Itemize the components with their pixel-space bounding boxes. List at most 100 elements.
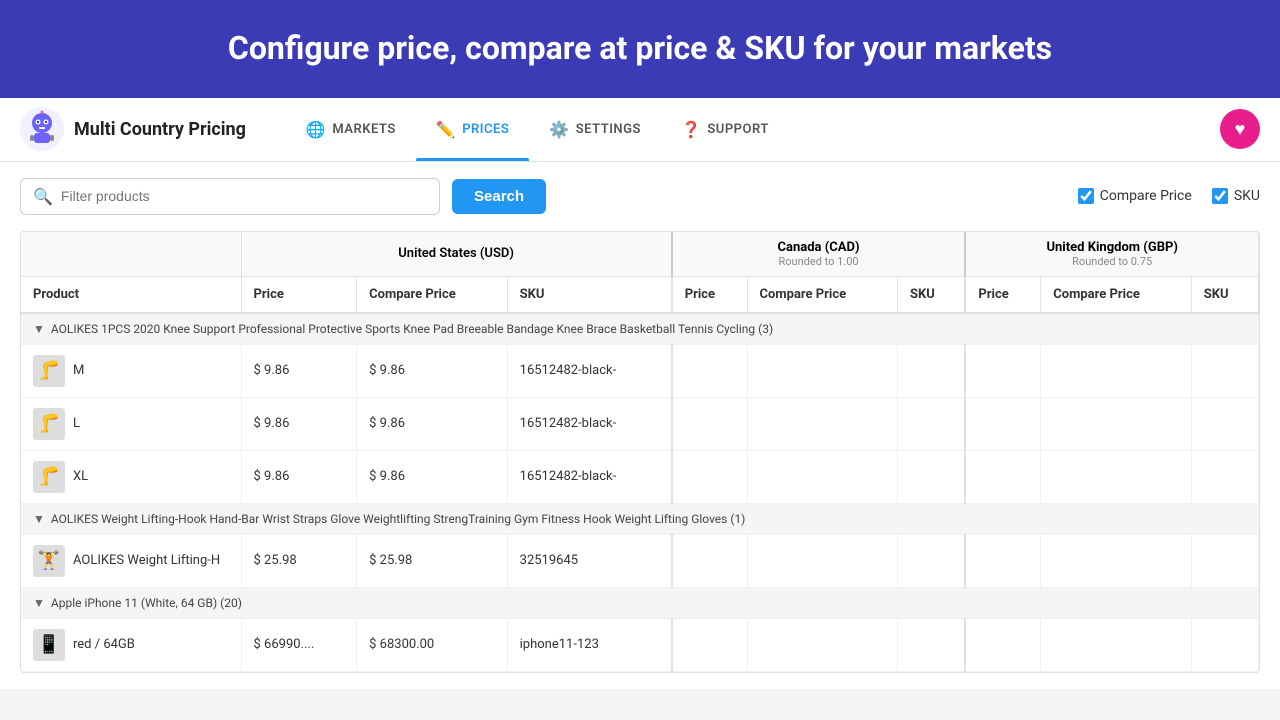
- chevron-icon: ▼: [33, 322, 45, 336]
- ca-price[interactable]: [672, 397, 747, 450]
- nav-item-prices[interactable]: ✏️ PRICES: [416, 97, 530, 161]
- ca-price[interactable]: [672, 344, 747, 397]
- col-us-sku: SKU: [507, 276, 672, 313]
- question-icon: ❓: [681, 120, 701, 139]
- table-row: 🦵 XL $ 9.86 $ 9.86 16512482-black-: [21, 450, 1259, 503]
- group-title: AOLIKES Weight Lifting-Hook Hand-Bar Wri…: [51, 512, 745, 526]
- us-price[interactable]: $ 9.86: [241, 450, 357, 503]
- country-header-row: United States (USD) Canada (CAD) Rounded…: [21, 232, 1259, 277]
- group-row[interactable]: ▼ AOLIKES Weight Lifting-Hook Hand-Bar Wr…: [21, 503, 1259, 534]
- globe-icon: 🌐: [306, 120, 326, 139]
- gear-icon: ⚙️: [549, 120, 569, 139]
- col-us-compare: Compare Price: [357, 276, 508, 313]
- search-button[interactable]: Search: [452, 179, 546, 214]
- product-name: M: [73, 363, 84, 378]
- search-icon: 🔍: [33, 187, 53, 206]
- group-title: AOLIKES 1PCS 2020 Knee Support Professio…: [51, 322, 773, 336]
- ca-sku[interactable]: [898, 534, 966, 587]
- compare-price-check[interactable]: [1078, 188, 1094, 204]
- uk-price[interactable]: [965, 618, 1040, 671]
- table-row: 🦵 M $ 9.86 $ 9.86 16512482-black-: [21, 344, 1259, 397]
- ca-price[interactable]: [672, 534, 747, 587]
- nav-label-prices: PRICES: [462, 122, 509, 137]
- product-thumbnail: 🏋️: [33, 545, 65, 577]
- product-name: XL: [73, 469, 88, 484]
- ca-price[interactable]: [672, 450, 747, 503]
- ca-compare-price[interactable]: [747, 397, 898, 450]
- group-title: Apple iPhone 11 (White, 64 GB) (20): [51, 596, 242, 610]
- pricing-table: United States (USD) Canada (CAD) Rounded…: [21, 232, 1259, 672]
- compare-price-label: Compare Price: [1100, 188, 1192, 204]
- us-sku[interactable]: 16512482-black-: [507, 397, 672, 450]
- sku-checkbox[interactable]: SKU: [1212, 188, 1260, 204]
- col-uk-price: Price: [965, 276, 1040, 313]
- uk-sku[interactable]: [1191, 534, 1258, 587]
- nav-item-settings[interactable]: ⚙️ SETTINGS: [529, 97, 661, 161]
- ca-sku[interactable]: [898, 450, 966, 503]
- product-thumbnail: 🦵: [33, 461, 65, 493]
- uk-sku[interactable]: [1191, 618, 1258, 671]
- us-price[interactable]: $ 66990....: [241, 618, 357, 671]
- brand: Multi Country Pricing: [20, 107, 246, 151]
- product-name: red / 64GB: [73, 637, 135, 652]
- us-sku[interactable]: 16512482-black-: [507, 344, 672, 397]
- us-sku[interactable]: iphone11-123: [507, 618, 672, 671]
- us-sku[interactable]: 16512482-black-: [507, 450, 672, 503]
- us-price[interactable]: $ 9.86: [241, 344, 357, 397]
- product-thumbnail: 🦵: [33, 355, 65, 387]
- uk-compare-price[interactable]: [1041, 344, 1192, 397]
- ca-compare-price[interactable]: [747, 344, 898, 397]
- ca-country-header: Canada (CAD) Rounded to 1.00: [672, 232, 966, 277]
- product-name: L: [73, 416, 80, 431]
- compare-price-checkbox[interactable]: Compare Price: [1078, 188, 1192, 204]
- us-country-header: United States (USD): [241, 232, 672, 277]
- uk-sku[interactable]: [1191, 450, 1258, 503]
- uk-price[interactable]: [965, 397, 1040, 450]
- uk-sku[interactable]: [1191, 344, 1258, 397]
- us-sku[interactable]: 32519645: [507, 534, 672, 587]
- column-header-row: Product Price Compare Price SKU Price Co…: [21, 276, 1259, 313]
- us-price[interactable]: $ 9.86: [241, 397, 357, 450]
- uk-compare-price[interactable]: [1041, 397, 1192, 450]
- ca-compare-price[interactable]: [747, 534, 898, 587]
- uk-compare-price[interactable]: [1041, 618, 1192, 671]
- uk-price[interactable]: [965, 450, 1040, 503]
- group-row[interactable]: ▼ AOLIKES 1PCS 2020 Knee Support Professi…: [21, 313, 1259, 345]
- uk-compare-price[interactable]: [1041, 450, 1192, 503]
- ca-compare-price[interactable]: [747, 450, 898, 503]
- pencil-icon: ✏️: [436, 120, 456, 139]
- heart-button[interactable]: ♥: [1220, 109, 1260, 149]
- uk-sku[interactable]: [1191, 397, 1258, 450]
- brand-name: Multi Country Pricing: [74, 119, 246, 140]
- search-input[interactable]: [61, 188, 427, 204]
- ca-compare-price[interactable]: [747, 618, 898, 671]
- pricing-table-wrapper: United States (USD) Canada (CAD) Rounded…: [20, 231, 1260, 673]
- navbar: Multi Country Pricing 🌐 MARKETS ✏️ PRICE…: [0, 98, 1280, 162]
- nav-items: 🌐 MARKETS ✏️ PRICES ⚙️ SETTINGS ❓ SUPPOR…: [286, 97, 1220, 161]
- us-compare-price[interactable]: $ 9.86: [357, 450, 508, 503]
- ca-sku[interactable]: [898, 618, 966, 671]
- uk-price[interactable]: [965, 344, 1040, 397]
- table-row: 🦵 L $ 9.86 $ 9.86 16512482-black-: [21, 397, 1259, 450]
- table-row: 📱 red / 64GB $ 66990.... $ 68300.00 ipho…: [21, 618, 1259, 671]
- ca-price[interactable]: [672, 618, 747, 671]
- ca-sku[interactable]: [898, 397, 966, 450]
- col-ca-sku: SKU: [898, 276, 966, 313]
- us-price[interactable]: $ 25.98: [241, 534, 357, 587]
- us-compare-price[interactable]: $ 25.98: [357, 534, 508, 587]
- nav-item-markets[interactable]: 🌐 MARKETS: [286, 97, 416, 161]
- us-compare-price[interactable]: $ 9.86: [357, 397, 508, 450]
- us-compare-price[interactable]: $ 9.86: [357, 344, 508, 397]
- us-compare-price[interactable]: $ 68300.00: [357, 618, 508, 671]
- search-input-wrapper[interactable]: 🔍: [20, 178, 440, 215]
- filter-checkboxes: Compare Price SKU: [1078, 188, 1260, 204]
- product-name: AOLIKES Weight Lifting-H: [73, 553, 220, 568]
- sku-check[interactable]: [1212, 188, 1228, 204]
- heart-icon: ♥: [1235, 119, 1246, 140]
- uk-price[interactable]: [965, 534, 1040, 587]
- group-row[interactable]: ▼Apple iPhone 11 (White, 64 GB) (20): [21, 587, 1259, 618]
- chevron-icon: ▼: [33, 512, 45, 526]
- ca-sku[interactable]: [898, 344, 966, 397]
- uk-compare-price[interactable]: [1041, 534, 1192, 587]
- nav-item-support[interactable]: ❓ SUPPORT: [661, 97, 789, 161]
